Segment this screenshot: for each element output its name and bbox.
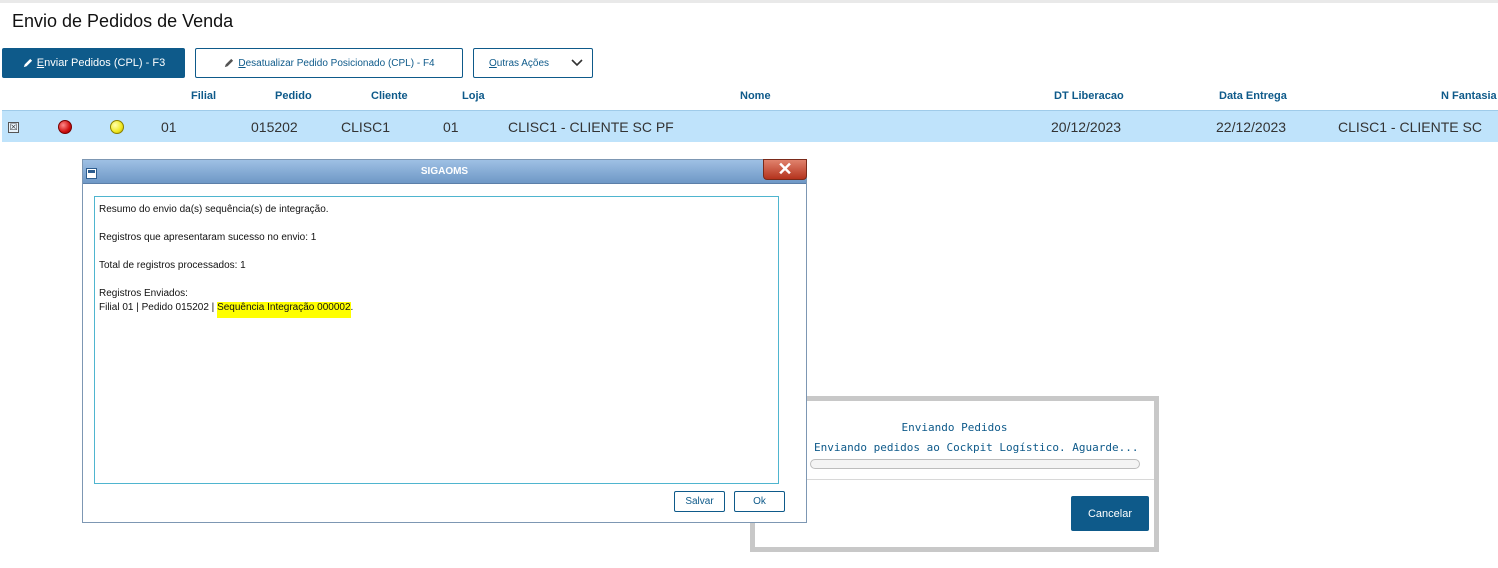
cell-loja: 01 — [443, 119, 459, 135]
row-checkbox[interactable]: ☒ — [8, 122, 19, 133]
highlighted-sequence: Sequência Integração 000002 — [217, 302, 351, 318]
top-border — [0, 0, 1498, 3]
progress-bar — [810, 459, 1140, 469]
unupdate-label: esatualizar Pedido Posicionado (CPL) - F… — [245, 57, 435, 69]
column-header-filial[interactable]: Filial — [191, 90, 216, 102]
dialog-titlebar[interactable]: SIGAOMS — [83, 160, 806, 184]
cell-filial: 01 — [161, 119, 177, 135]
summary-line: Registros Enviados: — [99, 288, 188, 299]
summary-line: Total de registros processados: 1 — [99, 260, 246, 271]
column-header-data-entrega[interactable]: Data Entrega — [1219, 90, 1287, 102]
summary-textarea[interactable]: Resumo do envio da(s) sequência(s) de in… — [94, 196, 779, 484]
summary-line: Filial 01 | Pedido 015202 | Sequência In… — [99, 301, 774, 318]
cell-dt-liberacao: 20/12/2023 — [1051, 119, 1122, 135]
column-header-n-fantasia[interactable]: N Fantasia — [1441, 90, 1497, 102]
other-actions-label: utras Ações — [496, 57, 550, 69]
page-title: Envio de Pedidos de Venda — [12, 11, 234, 31]
summary-line: Resumo do envio da(s) sequência(s) de in… — [99, 204, 329, 215]
other-actions-hotkey: O — [489, 57, 497, 69]
pencil-icon — [225, 58, 234, 67]
progress-message: Enviando pedidos ao Cockpit Logístico. A… — [814, 441, 1139, 454]
cell-data-entrega: 22/12/2023 — [1216, 119, 1287, 135]
unupdate-order-button[interactable]: Desatualizar Pedido Posicionado (CPL) - … — [195, 48, 463, 78]
sent-record-suffix: . — [350, 302, 354, 313]
sigaoms-dialog: SIGAOMS ✕ Resumo do envio da(s) sequênci… — [82, 159, 807, 523]
other-actions-dropdown[interactable]: Outras Ações — [473, 48, 593, 78]
dialog-title: SIGAOMS — [420, 166, 469, 177]
cell-cliente: CLISC1 — [341, 119, 391, 135]
send-orders-button[interactable]: Enviar Pedidos (CPL) - F3 — [2, 48, 185, 78]
ok-button[interactable]: Ok — [734, 491, 785, 512]
progress-dialog: Enviando Pedidos Enviando pedidos ao Coc… — [750, 396, 1159, 552]
chevron-down-icon — [571, 59, 583, 67]
cancel-button[interactable]: Cancelar — [1071, 496, 1149, 531]
table-row[interactable]: ☒ 01 015202 CLISC1 01 CLISC1 - CLIENTE S… — [2, 110, 1498, 142]
cell-nome: CLISC1 - CLIENTE SC PF — [508, 119, 674, 135]
status-red-icon — [58, 120, 72, 134]
status-yellow-icon — [110, 120, 124, 134]
column-header-cliente[interactable]: Cliente — [371, 90, 408, 102]
summary-line: Registros que apresentaram sucesso no en… — [99, 232, 317, 243]
pencil-icon — [23, 58, 32, 67]
send-orders-label: nviar Pedidos (CPL) - F3 — [44, 57, 166, 69]
save-button[interactable]: Salvar — [674, 491, 725, 512]
progress-title: Enviando Pedidos — [901, 421, 1008, 434]
column-header-loja[interactable]: Loja — [462, 90, 485, 102]
divider — [755, 479, 1154, 480]
column-header-nome[interactable]: Nome — [740, 90, 771, 102]
column-header-pedido[interactable]: Pedido — [275, 90, 312, 102]
unupdate-hotkey: D — [238, 57, 246, 69]
sent-record-prefix: Filial 01 | Pedido 015202 | — [99, 302, 218, 313]
cell-pedido: 015202 — [251, 119, 298, 135]
column-header-dt-liberacao[interactable]: DT Liberacao — [1054, 90, 1124, 102]
close-icon[interactable]: ✕ — [763, 159, 807, 180]
cell-n-fantasia: CLISC1 - CLIENTE SC — [1338, 119, 1482, 135]
progress-dialog-body: Enviando Pedidos Enviando pedidos ao Coc… — [755, 401, 1154, 547]
